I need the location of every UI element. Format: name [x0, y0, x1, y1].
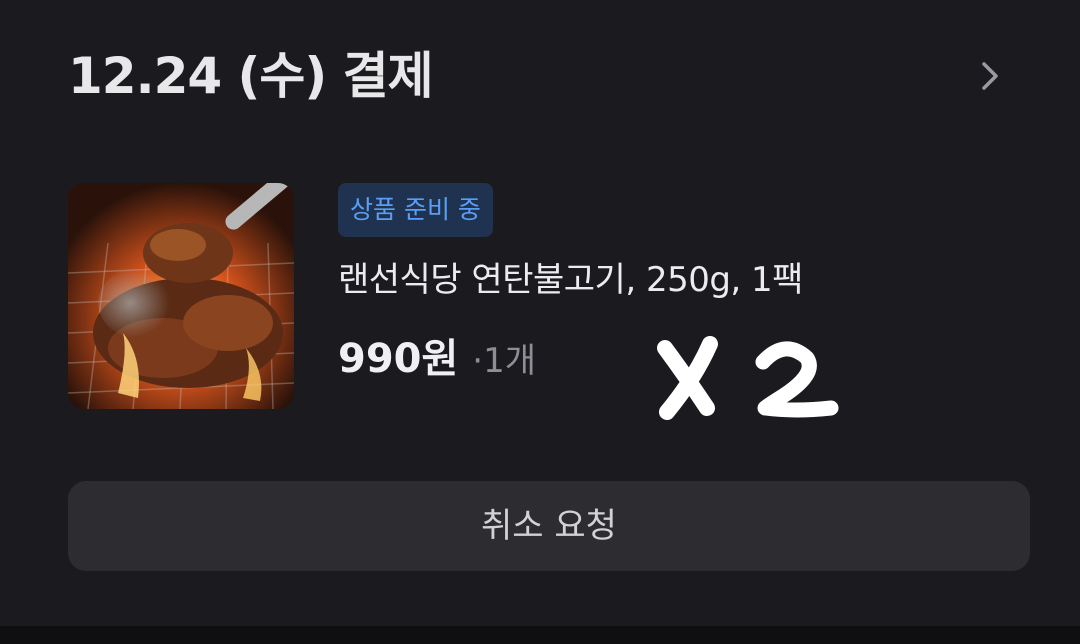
bulgogi-image	[68, 183, 294, 409]
product-name[interactable]: 랜선식당 연탄불고기, 250g, 1팩	[338, 255, 803, 305]
product-thumbnail[interactable]	[68, 183, 294, 409]
order-card: 12.24 (수) 결제 상품 준비 중 랜선식당 연탄불고기, 250g, 1…	[0, 0, 1080, 626]
bottom-divider	[0, 626, 1080, 644]
order-header[interactable]: 12.24 (수) 결제	[68, 40, 1020, 112]
price-row: 990원 ·1개	[338, 331, 536, 387]
handwritten-x2-annotation: x 2	[657, 336, 839, 420]
chevron-right-icon[interactable]	[970, 56, 1010, 96]
price: 990원	[338, 336, 459, 382]
quantity: ·1개	[472, 341, 537, 381]
order-date-title: 12.24 (수) 결제	[68, 47, 434, 105]
cancel-request-button[interactable]: 취소 요청	[68, 481, 1030, 571]
status-badge: 상품 준비 중	[338, 183, 493, 237]
